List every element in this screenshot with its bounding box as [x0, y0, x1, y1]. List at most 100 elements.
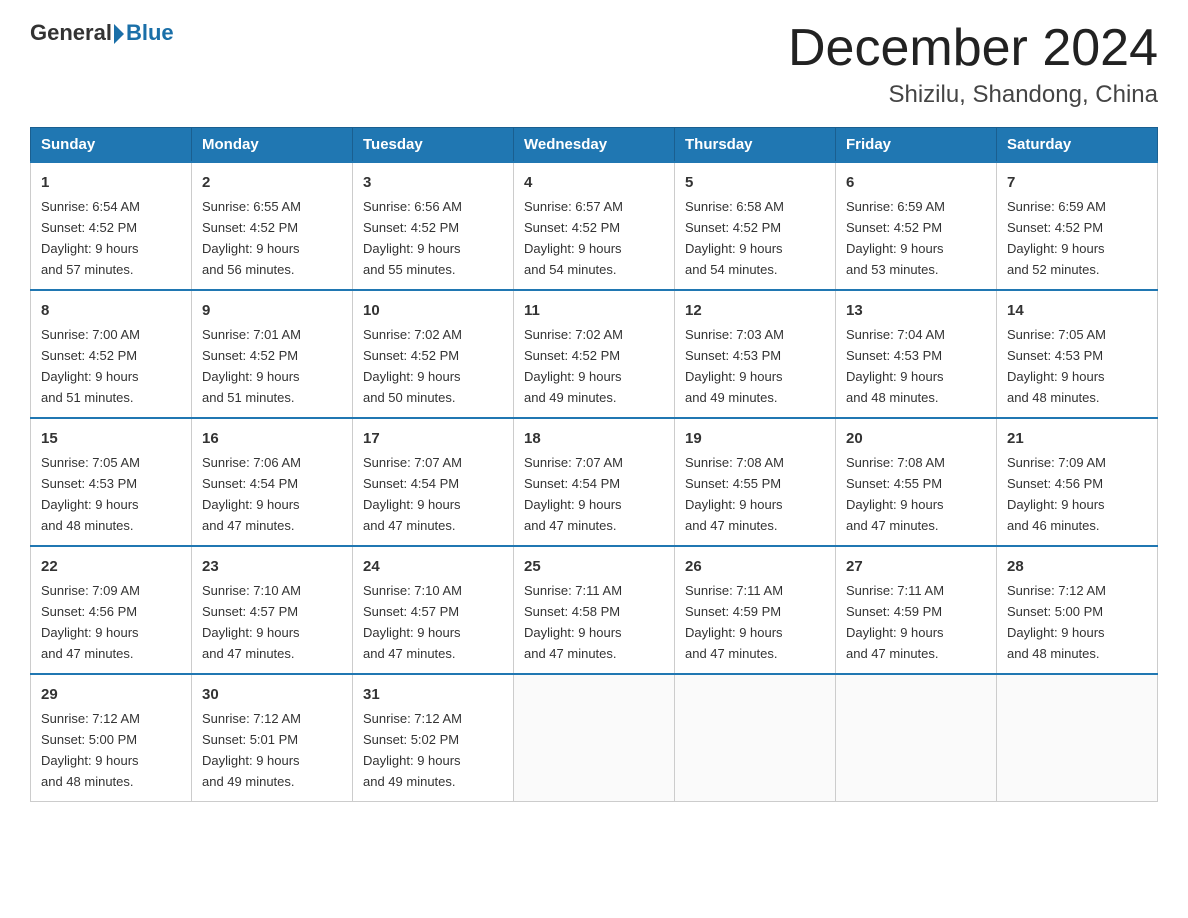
- day-info: Sunrise: 6:59 AMSunset: 4:52 PMDaylight:…: [1007, 199, 1106, 277]
- week-row-5: 29Sunrise: 7:12 AMSunset: 5:00 PMDayligh…: [31, 674, 1158, 801]
- day-info: Sunrise: 7:07 AMSunset: 4:54 PMDaylight:…: [363, 455, 462, 533]
- day-number: 28: [1007, 555, 1147, 578]
- day-info: Sunrise: 6:59 AMSunset: 4:52 PMDaylight:…: [846, 199, 945, 277]
- calendar-subtitle: Shizilu, Shandong, China: [788, 81, 1158, 109]
- day-number: 21: [1007, 427, 1147, 450]
- day-info: Sunrise: 7:05 AMSunset: 4:53 PMDaylight:…: [1007, 327, 1106, 405]
- day-number: 8: [41, 299, 181, 322]
- day-number: 7: [1007, 171, 1147, 194]
- calendar-cell: 17 Sunrise: 7:07 AMSunset: 4:54 PMDayligh…: [353, 418, 514, 546]
- week-row-4: 22 Sunrise: 7:09 AMSunset: 4:56 PMDayligh…: [31, 546, 1158, 674]
- day-info: Sunrise: 7:06 AMSunset: 4:54 PMDaylight:…: [202, 455, 301, 533]
- day-info: Sunrise: 7:05 AMSunset: 4:53 PMDaylight:…: [41, 455, 140, 533]
- calendar-cell: 26Sunrise: 7:11 AMSunset: 4:59 PMDayligh…: [675, 546, 836, 674]
- day-number: 22: [41, 555, 181, 578]
- calendar-cell: 25Sunrise: 7:11 AMSunset: 4:58 PMDayligh…: [514, 546, 675, 674]
- day-info: Sunrise: 7:12 AMSunset: 5:02 PMDaylight:…: [363, 711, 462, 789]
- day-number: 29: [41, 683, 181, 706]
- day-number: 24: [363, 555, 503, 578]
- day-info: Sunrise: 6:55 AMSunset: 4:52 PMDaylight:…: [202, 199, 301, 277]
- day-info: Sunrise: 7:10 AMSunset: 4:57 PMDaylight:…: [363, 583, 462, 661]
- calendar-cell: 2Sunrise: 6:55 AMSunset: 4:52 PMDaylight…: [192, 162, 353, 290]
- calendar-cell: 31Sunrise: 7:12 AMSunset: 5:02 PMDayligh…: [353, 674, 514, 801]
- calendar-cell: 20Sunrise: 7:08 AMSunset: 4:55 PMDayligh…: [836, 418, 997, 546]
- day-number: 16: [202, 427, 342, 450]
- calendar-cell: 28 Sunrise: 7:12 AMSunset: 5:00 PMDayligh…: [997, 546, 1158, 674]
- calendar-cell: 3 Sunrise: 6:56 AMSunset: 4:52 PMDaylight…: [353, 162, 514, 290]
- day-number: 3: [363, 171, 503, 194]
- calendar-cell: 4 Sunrise: 6:57 AMSunset: 4:52 PMDaylight…: [514, 162, 675, 290]
- day-number: 4: [524, 171, 664, 194]
- day-info: Sunrise: 6:54 AMSunset: 4:52 PMDaylight:…: [41, 199, 140, 277]
- header-sunday: Sunday: [31, 128, 192, 163]
- day-number: 15: [41, 427, 181, 450]
- page-header: General Blue December 2024 Shizilu, Shan…: [30, 20, 1158, 109]
- day-info: Sunrise: 7:11 AMSunset: 4:58 PMDaylight:…: [524, 583, 622, 661]
- day-info: Sunrise: 7:01 AMSunset: 4:52 PMDaylight:…: [202, 327, 301, 405]
- day-number: 13: [846, 299, 986, 322]
- day-info: Sunrise: 7:08 AMSunset: 4:55 PMDaylight:…: [685, 455, 784, 533]
- calendar-cell: [836, 674, 997, 801]
- header-wednesday: Wednesday: [514, 128, 675, 163]
- calendar-cell: 7 Sunrise: 6:59 AMSunset: 4:52 PMDaylight…: [997, 162, 1158, 290]
- calendar-cell: 1 Sunrise: 6:54 AMSunset: 4:52 PMDaylight…: [31, 162, 192, 290]
- week-row-3: 15 Sunrise: 7:05 AMSunset: 4:53 PMDayligh…: [31, 418, 1158, 546]
- day-info: Sunrise: 6:57 AMSunset: 4:52 PMDaylight:…: [524, 199, 623, 277]
- day-number: 12: [685, 299, 825, 322]
- day-info: Sunrise: 7:10 AMSunset: 4:57 PMDaylight:…: [202, 583, 301, 661]
- calendar-cell: 24 Sunrise: 7:10 AMSunset: 4:57 PMDayligh…: [353, 546, 514, 674]
- title-block: December 2024 Shizilu, Shandong, China: [788, 20, 1158, 109]
- calendar-cell: 8 Sunrise: 7:00 AMSunset: 4:52 PMDaylight…: [31, 290, 192, 418]
- day-info: Sunrise: 7:11 AMSunset: 4:59 PMDaylight:…: [846, 583, 944, 661]
- header-thursday: Thursday: [675, 128, 836, 163]
- day-info: Sunrise: 7:02 AMSunset: 4:52 PMDaylight:…: [363, 327, 462, 405]
- calendar-cell: 11 Sunrise: 7:02 AMSunset: 4:52 PMDayligh…: [514, 290, 675, 418]
- header-monday: Monday: [192, 128, 353, 163]
- day-number: 30: [202, 683, 342, 706]
- calendar-cell: 9 Sunrise: 7:01 AMSunset: 4:52 PMDaylight…: [192, 290, 353, 418]
- day-number: 26: [685, 555, 825, 578]
- calendar-cell: 19Sunrise: 7:08 AMSunset: 4:55 PMDayligh…: [675, 418, 836, 546]
- calendar-cell: [997, 674, 1158, 801]
- calendar-cell: 16 Sunrise: 7:06 AMSunset: 4:54 PMDayligh…: [192, 418, 353, 546]
- calendar-cell: 6Sunrise: 6:59 AMSunset: 4:52 PMDaylight…: [836, 162, 997, 290]
- calendar-cell: 21 Sunrise: 7:09 AMSunset: 4:56 PMDayligh…: [997, 418, 1158, 546]
- day-info: Sunrise: 7:02 AMSunset: 4:52 PMDaylight:…: [524, 327, 623, 405]
- day-info: Sunrise: 7:04 AMSunset: 4:53 PMDaylight:…: [846, 327, 945, 405]
- calendar-cell: 18 Sunrise: 7:07 AMSunset: 4:54 PMDayligh…: [514, 418, 675, 546]
- day-number: 11: [524, 299, 664, 322]
- calendar-table: SundayMondayTuesdayWednesdayThursdayFrid…: [30, 127, 1158, 802]
- day-number: 5: [685, 171, 825, 194]
- header-row: SundayMondayTuesdayWednesdayThursdayFrid…: [31, 128, 1158, 163]
- header-saturday: Saturday: [997, 128, 1158, 163]
- calendar-title: December 2024: [788, 20, 1158, 77]
- header-tuesday: Tuesday: [353, 128, 514, 163]
- day-info: Sunrise: 6:56 AMSunset: 4:52 PMDaylight:…: [363, 199, 462, 277]
- calendar-cell: 12 Sunrise: 7:03 AMSunset: 4:53 PMDayligh…: [675, 290, 836, 418]
- day-info: Sunrise: 7:07 AMSunset: 4:54 PMDaylight:…: [524, 455, 623, 533]
- day-info: Sunrise: 7:09 AMSunset: 4:56 PMDaylight:…: [1007, 455, 1106, 533]
- day-number: 18: [524, 427, 664, 450]
- day-info: Sunrise: 7:03 AMSunset: 4:53 PMDaylight:…: [685, 327, 784, 405]
- week-row-2: 8 Sunrise: 7:00 AMSunset: 4:52 PMDaylight…: [31, 290, 1158, 418]
- day-info: Sunrise: 7:09 AMSunset: 4:56 PMDaylight:…: [41, 583, 140, 661]
- day-info: Sunrise: 7:12 AMSunset: 5:00 PMDaylight:…: [1007, 583, 1106, 661]
- day-number: 17: [363, 427, 503, 450]
- calendar-cell: 22 Sunrise: 7:09 AMSunset: 4:56 PMDayligh…: [31, 546, 192, 674]
- logo: General Blue: [30, 20, 174, 46]
- calendar-cell: 13 Sunrise: 7:04 AMSunset: 4:53 PMDayligh…: [836, 290, 997, 418]
- day-number: 14: [1007, 299, 1147, 322]
- logo-blue-text: Blue: [126, 20, 174, 46]
- day-info: Sunrise: 6:58 AMSunset: 4:52 PMDaylight:…: [685, 199, 784, 277]
- day-number: 1: [41, 171, 181, 194]
- calendar-cell: 5 Sunrise: 6:58 AMSunset: 4:52 PMDaylight…: [675, 162, 836, 290]
- day-number: 10: [363, 299, 503, 322]
- calendar-cell: 29Sunrise: 7:12 AMSunset: 5:00 PMDayligh…: [31, 674, 192, 801]
- calendar-cell: [675, 674, 836, 801]
- day-info: Sunrise: 7:00 AMSunset: 4:52 PMDaylight:…: [41, 327, 140, 405]
- logo-triangle-icon: [114, 24, 124, 44]
- day-number: 9: [202, 299, 342, 322]
- calendar-cell: 27Sunrise: 7:11 AMSunset: 4:59 PMDayligh…: [836, 546, 997, 674]
- day-number: 23: [202, 555, 342, 578]
- day-info: Sunrise: 7:08 AMSunset: 4:55 PMDaylight:…: [846, 455, 945, 533]
